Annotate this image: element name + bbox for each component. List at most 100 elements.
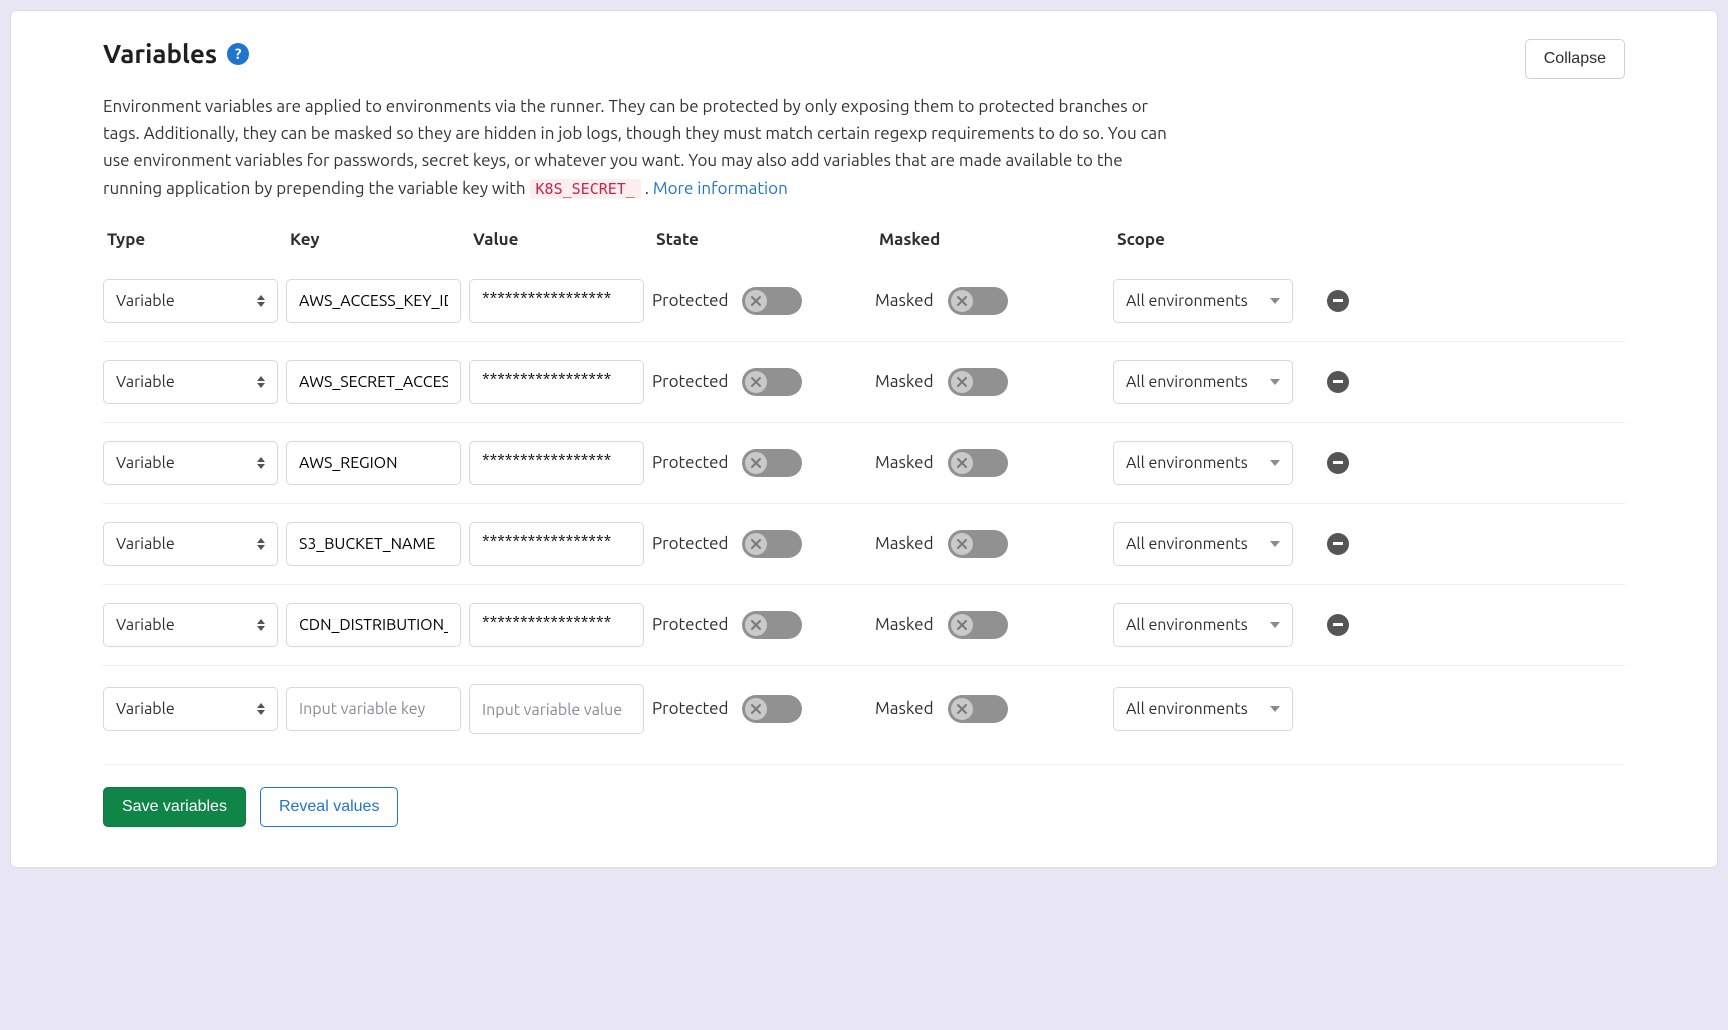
minus-icon bbox=[1333, 461, 1343, 464]
key-input[interactable] bbox=[299, 700, 448, 718]
remove-row-button[interactable] bbox=[1327, 290, 1349, 312]
table-row: Variable ***************** Protected Mas… bbox=[103, 341, 1625, 422]
masked-toggle[interactable] bbox=[948, 287, 1008, 315]
minus-icon bbox=[1333, 299, 1343, 302]
type-select-value: Variable bbox=[116, 616, 175, 634]
protected-toggle[interactable] bbox=[742, 530, 802, 558]
x-icon bbox=[951, 371, 973, 393]
scope-select-value: All environments bbox=[1126, 616, 1248, 634]
remove-cell bbox=[1321, 533, 1361, 555]
key-input[interactable] bbox=[299, 292, 448, 310]
reveal-values-button[interactable]: Reveal values bbox=[260, 787, 399, 827]
value-input[interactable]: ***************** bbox=[482, 360, 631, 404]
masked-label: Masked bbox=[875, 291, 934, 310]
description-text: Environment variables are applied to env… bbox=[103, 93, 1173, 202]
protected-toggle[interactable] bbox=[742, 287, 802, 315]
type-select[interactable]: Variable bbox=[103, 279, 278, 323]
protected-cell: Protected bbox=[652, 287, 867, 315]
x-icon bbox=[745, 290, 767, 312]
x-icon bbox=[951, 698, 973, 720]
protected-toggle[interactable] bbox=[742, 611, 802, 639]
remove-row-button[interactable] bbox=[1327, 533, 1349, 555]
masked-label: Masked bbox=[875, 453, 934, 472]
scope-select[interactable]: All environments bbox=[1113, 279, 1293, 323]
chevron-down-icon bbox=[1270, 298, 1280, 304]
masked-toggle[interactable] bbox=[948, 368, 1008, 396]
k8s-secret-code: K8S_SECRET_ bbox=[530, 179, 641, 199]
masked-cell: Masked bbox=[875, 287, 1105, 315]
value-input-wrap bbox=[469, 684, 644, 734]
type-select[interactable]: Variable bbox=[103, 687, 278, 731]
more-information-link[interactable]: More information bbox=[653, 179, 788, 198]
select-sort-icon bbox=[257, 376, 265, 388]
minus-icon bbox=[1333, 380, 1343, 383]
scope-select[interactable]: All environments bbox=[1113, 360, 1293, 404]
scope-select[interactable]: All environments bbox=[1113, 522, 1293, 566]
col-scope: Scope bbox=[1113, 230, 1313, 249]
masked-toggle[interactable] bbox=[948, 695, 1008, 723]
scope-select-value: All environments bbox=[1126, 454, 1248, 472]
protected-toggle[interactable] bbox=[742, 368, 802, 396]
scope-select[interactable]: All environments bbox=[1113, 441, 1293, 485]
type-select[interactable]: Variable bbox=[103, 522, 278, 566]
masked-cell: Masked bbox=[875, 530, 1105, 558]
value-input[interactable]: ***************** bbox=[482, 441, 631, 485]
value-input-wrap: ***************** bbox=[469, 441, 644, 485]
value-input[interactable] bbox=[482, 691, 631, 729]
col-type: Type bbox=[103, 230, 278, 249]
value-input-wrap: ***************** bbox=[469, 522, 644, 566]
masked-toggle[interactable] bbox=[948, 611, 1008, 639]
type-select[interactable]: Variable bbox=[103, 603, 278, 647]
scope-select-value: All environments bbox=[1126, 292, 1248, 310]
protected-toggle[interactable] bbox=[742, 449, 802, 477]
masked-cell: Masked bbox=[875, 611, 1105, 639]
masked-label: Masked bbox=[875, 372, 934, 391]
value-input[interactable]: ***************** bbox=[482, 522, 631, 566]
select-sort-icon bbox=[257, 457, 265, 469]
protected-label: Protected bbox=[652, 534, 728, 553]
remove-cell bbox=[1321, 698, 1361, 720]
x-icon bbox=[745, 371, 767, 393]
variables-table: Type Key Value State Masked Scope Variab… bbox=[103, 230, 1625, 752]
select-sort-icon bbox=[257, 295, 265, 307]
value-input-wrap: ***************** bbox=[469, 279, 644, 323]
masked-label: Masked bbox=[875, 534, 934, 553]
chevron-down-icon bbox=[1270, 541, 1280, 547]
chevron-down-icon bbox=[1270, 622, 1280, 628]
remove-cell bbox=[1321, 452, 1361, 474]
scope-select[interactable]: All environments bbox=[1113, 603, 1293, 647]
protected-cell: Protected bbox=[652, 530, 867, 558]
remove-row-button[interactable] bbox=[1327, 614, 1349, 636]
key-input[interactable] bbox=[299, 616, 448, 634]
x-icon bbox=[951, 452, 973, 474]
table-header: Type Key Value State Masked Scope bbox=[103, 230, 1625, 261]
save-variables-button[interactable]: Save variables bbox=[103, 787, 246, 827]
remove-row-button[interactable] bbox=[1327, 371, 1349, 393]
key-input[interactable] bbox=[299, 535, 448, 553]
collapse-button[interactable]: Collapse bbox=[1525, 39, 1625, 79]
scope-cell: All environments bbox=[1113, 279, 1313, 323]
masked-toggle[interactable] bbox=[948, 530, 1008, 558]
remove-row-button[interactable] bbox=[1327, 452, 1349, 474]
type-select[interactable]: Variable bbox=[103, 360, 278, 404]
footer: Save variables Reveal values bbox=[103, 764, 1625, 827]
help-icon[interactable]: ? bbox=[227, 43, 249, 65]
key-input[interactable] bbox=[299, 373, 448, 391]
scope-cell: All environments bbox=[1113, 360, 1313, 404]
x-icon bbox=[745, 614, 767, 636]
value-input[interactable]: ***************** bbox=[482, 603, 631, 647]
masked-cell: Masked bbox=[875, 449, 1105, 477]
scope-cell: All environments bbox=[1113, 441, 1313, 485]
type-select[interactable]: Variable bbox=[103, 441, 278, 485]
remove-cell bbox=[1321, 614, 1361, 636]
value-input[interactable]: ***************** bbox=[482, 279, 631, 323]
chevron-down-icon bbox=[1270, 460, 1280, 466]
masked-toggle[interactable] bbox=[948, 449, 1008, 477]
remove-cell bbox=[1321, 371, 1361, 393]
key-input[interactable] bbox=[299, 454, 448, 472]
value-input-wrap: ***************** bbox=[469, 360, 644, 404]
scope-select[interactable]: All environments bbox=[1113, 687, 1293, 731]
masked-cell: Masked bbox=[875, 368, 1105, 396]
protected-toggle[interactable] bbox=[742, 695, 802, 723]
protected-cell: Protected bbox=[652, 695, 867, 723]
